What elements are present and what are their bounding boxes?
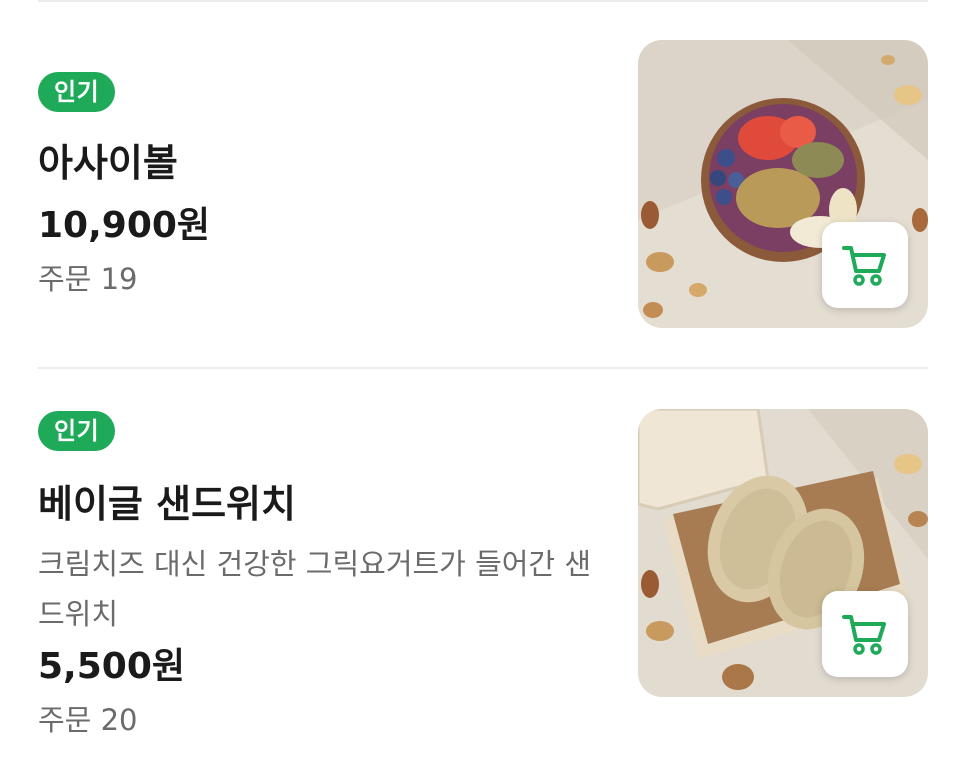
bagel-sandwich-photo[interactable] <box>638 409 928 697</box>
item-name: 베이글 샌드위치 <box>38 482 296 526</box>
add-to-cart-button[interactable] <box>822 222 908 308</box>
popular-badge: 인기 <box>38 411 116 451</box>
item-description: 크림치즈 대신 건강한 그릭요거트가 들어간 샌드위치 <box>38 547 592 631</box>
popular-badge: 인기 <box>38 72 116 112</box>
menu-item-acai-bowl[interactable]: 인기 아사이볼 10,900원 주문 19 <box>0 0 966 367</box>
cart-icon <box>842 246 886 286</box>
menu-item-bagel-sandwich[interactable]: 인기 베이글 샌드위치 크림치즈 대신 건강한 그릭요거트가 들어간 샌드위치 … <box>0 369 966 761</box>
item-price: 10,900원 <box>38 205 211 246</box>
order-count: 주문 19 <box>38 262 138 296</box>
cart-icon <box>842 615 886 655</box>
acai-bowl-photo[interactable] <box>638 40 928 328</box>
item-name: 아사이볼 <box>38 141 178 185</box>
order-count: 주문 20 <box>38 703 138 737</box>
add-to-cart-button[interactable] <box>822 591 908 677</box>
item-price: 5,500원 <box>38 646 185 687</box>
